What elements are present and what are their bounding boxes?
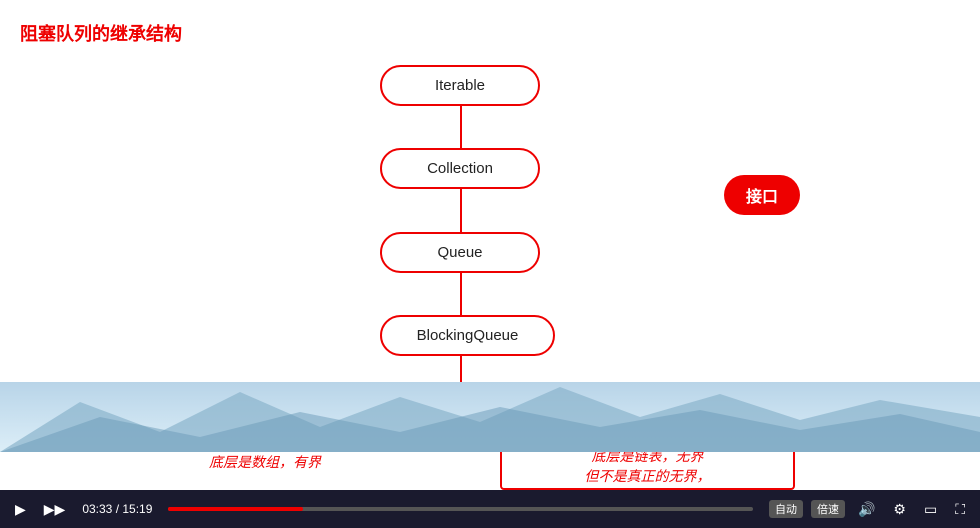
settings-button[interactable]: ⚙ bbox=[888, 499, 911, 520]
control-right: 自动 倍速 🔊 ⚙ ▭ ⛶ bbox=[769, 499, 970, 520]
node-blockingqueue: BlockingQueue bbox=[380, 315, 555, 356]
control-bar: ▶ ▶▶ 03:33 / 15:19 自动 倍速 🔊 ⚙ ▭ ⛶ bbox=[0, 490, 980, 528]
node-queue: Queue bbox=[380, 232, 540, 273]
content-area: 阻塞队列的继承结构 Iterable Collection Queue Bloc… bbox=[0, 0, 980, 490]
mountain-background bbox=[0, 382, 980, 452]
next-button[interactable]: ▶▶ bbox=[39, 499, 71, 520]
interface-badge: 接口 bbox=[724, 175, 800, 215]
volume-button[interactable]: 🔊 bbox=[853, 499, 880, 520]
node-iterable: Iterable bbox=[380, 65, 540, 106]
speed-label[interactable]: 倍速 bbox=[811, 500, 845, 518]
fullscreen-button[interactable]: ⛶ bbox=[950, 499, 970, 520]
connector-2 bbox=[460, 187, 462, 233]
pip-button[interactable]: ▭ bbox=[919, 499, 942, 520]
page-title: 阻塞队列的继承结构 bbox=[20, 20, 182, 46]
connector-3 bbox=[460, 272, 462, 316]
auto-label[interactable]: 自动 bbox=[769, 500, 803, 518]
progress-fill bbox=[168, 507, 302, 511]
play-button[interactable]: ▶ bbox=[10, 499, 31, 520]
connector-1 bbox=[460, 103, 462, 149]
desc-abq: 底层是数组，有界 bbox=[140, 452, 390, 472]
node-collection: Collection bbox=[380, 148, 540, 189]
time-display: 03:33 / 15:19 bbox=[82, 502, 152, 516]
progress-bar[interactable] bbox=[168, 507, 753, 511]
